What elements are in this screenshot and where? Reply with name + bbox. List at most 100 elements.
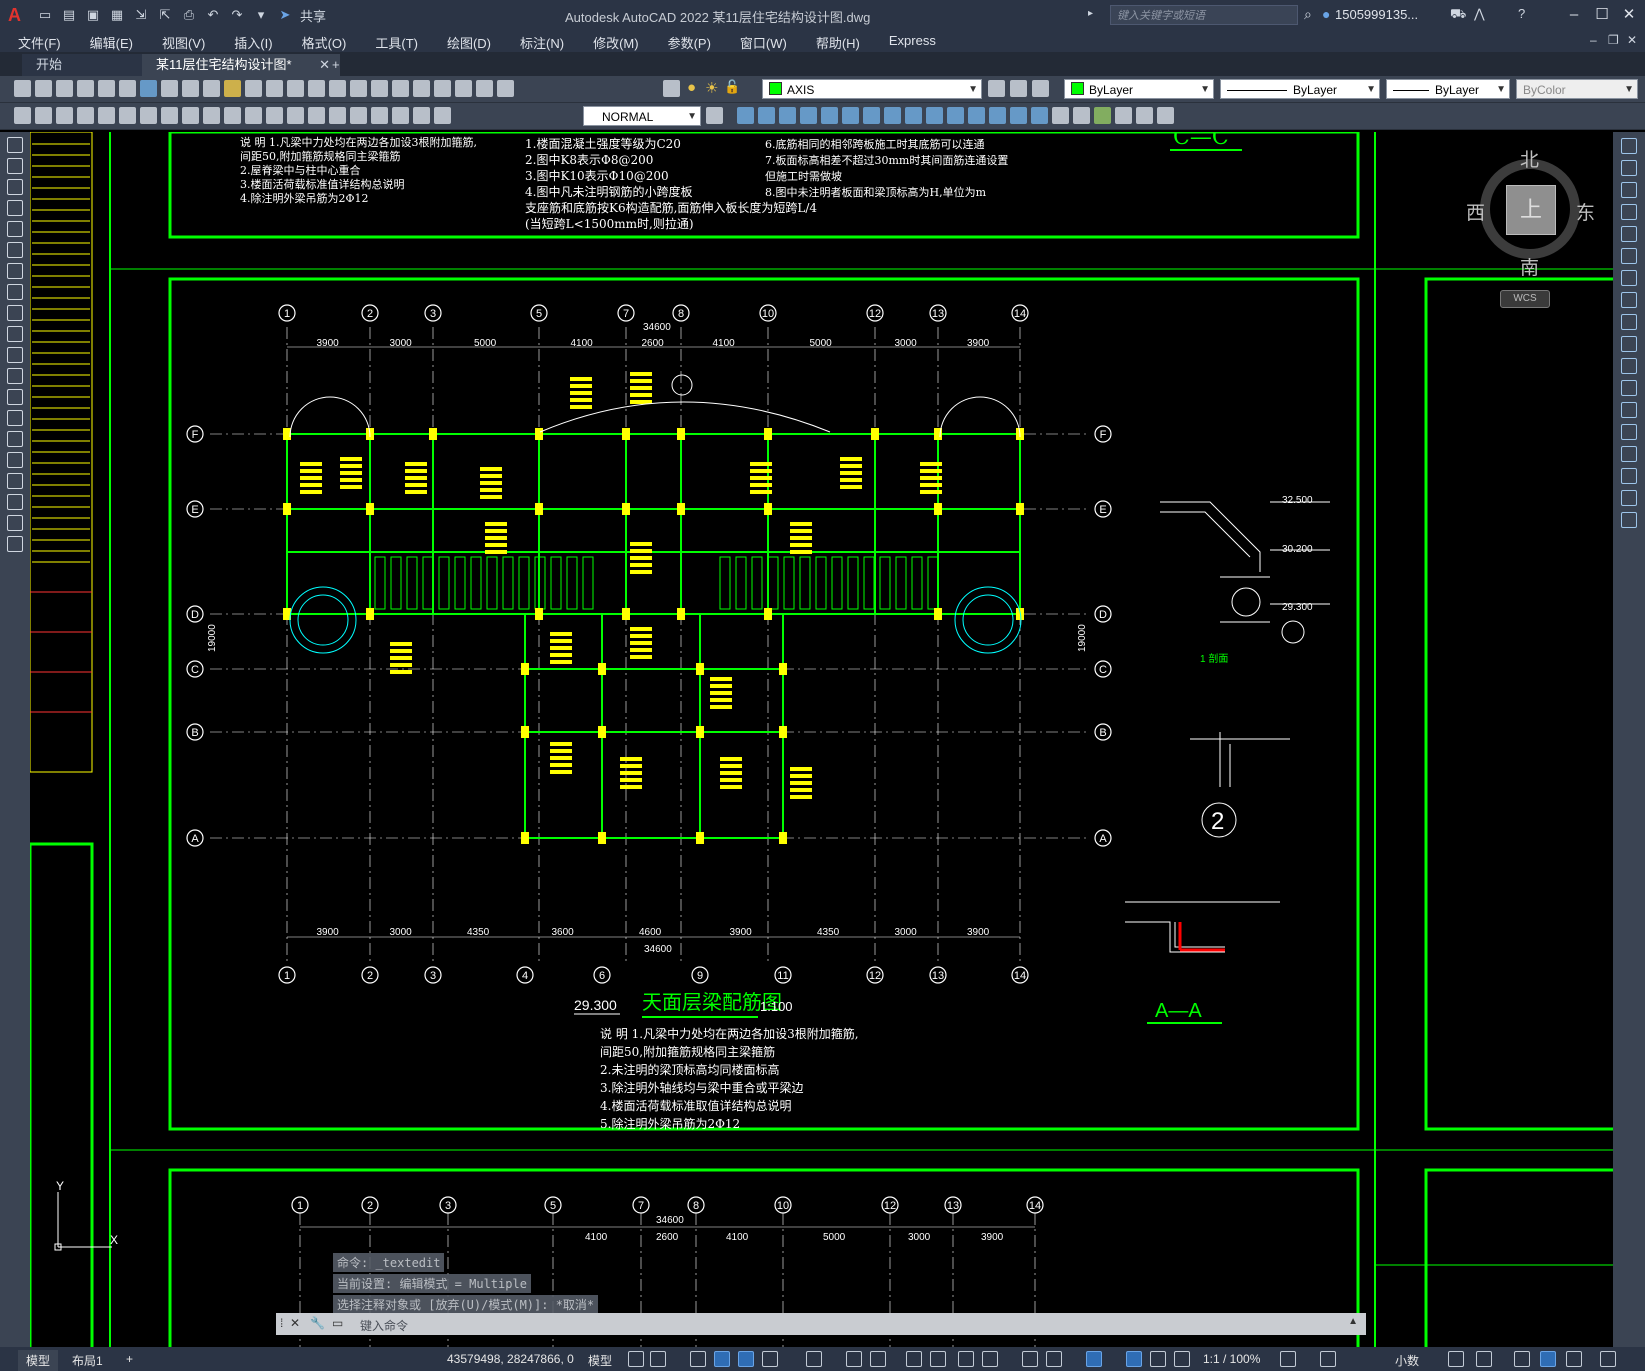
copy-icon[interactable] [182,80,199,97]
layer-on-icon[interactable]: ● [687,79,696,96]
drawing-svg[interactable]: 说 明 1.凡梁中力处均在两边各加设3根附加箍筋, 间距50,附加箍筋规格同主梁… [30,132,1613,1347]
tolerance-icon[interactable] [308,107,325,124]
zoom-previous-icon[interactable] [350,80,367,97]
dynamic-ucs-icon[interactable] [1022,1351,1038,1367]
redo-icon[interactable]: ↷ [228,6,246,24]
help-tool-icon[interactable] [497,80,514,97]
quick-properties-icon[interactable] [1448,1351,1464,1367]
doc-restore-button[interactable]: ❐ [1608,33,1619,47]
quickcalc-icon[interactable] [476,80,493,97]
explode-icon[interactable] [1031,107,1048,124]
layer-lock-icon[interactable]: 🔓 [724,79,740,95]
chamfer-icon[interactable] [989,107,1006,124]
annotation-scale-value[interactable]: 1:1 / 100% [1203,1352,1260,1366]
tab-start[interactable]: 开始 [22,54,158,76]
offset-icon[interactable] [779,107,796,124]
extend-icon[interactable] [926,107,943,124]
dim-text-edit-icon[interactable] [413,107,430,124]
compass-south[interactable]: 南 [1520,253,1539,280]
menu-view[interactable]: 视图(V) [162,30,205,52]
chamfer-right-icon[interactable] [1621,446,1637,462]
isolate-objects-icon[interactable] [1514,1351,1530,1367]
publish-icon[interactable] [119,80,136,97]
center-mark-icon[interactable] [329,107,346,124]
dim-angular-icon[interactable] [203,107,220,124]
linetype-dropdown[interactable]: ByLayer ▼ [1220,79,1380,99]
cart-icon[interactable]: ⛟ [1450,6,1466,24]
doc-minimize-button[interactable]: – [1590,33,1597,47]
dim-edit-icon[interactable] [392,107,409,124]
attribute-icon[interactable] [1157,107,1174,124]
menu-modify[interactable]: 修改(M) [593,30,639,52]
menu-edit[interactable]: 编辑(E) [90,30,133,52]
dim-continue-icon[interactable] [245,107,262,124]
markup-icon[interactable] [455,80,472,97]
measure-icon[interactable] [14,107,31,124]
fillet-right-icon[interactable] [1621,468,1637,484]
open-icon[interactable] [35,80,52,97]
minimize-button[interactable]: – [1560,4,1588,26]
text-style-dropdown[interactable]: NORMAL ▼ [583,106,701,126]
command-input[interactable]: 键入命令 [360,1317,408,1334]
break-right-icon[interactable] [1621,402,1637,418]
trim-icon[interactable] [905,107,922,124]
dim-break-icon[interactable] [287,107,304,124]
gizmo-icon[interactable] [1086,1351,1102,1367]
clean-screen-icon[interactable] [1566,1351,1582,1367]
extend-right-icon[interactable] [1621,358,1637,374]
region-icon[interactable] [7,473,23,489]
export-icon[interactable]: ⇱ [156,6,174,24]
copy-object-icon[interactable] [737,107,754,124]
draworder-front-icon[interactable] [1073,107,1090,124]
trim-right-icon[interactable] [1621,336,1637,352]
maximize-button[interactable]: ☐ [1588,4,1616,26]
dim-radius-icon[interactable] [140,107,157,124]
menu-format[interactable]: 格式(O) [302,30,347,52]
close-button[interactable]: ✕ [1615,4,1643,26]
move-icon[interactable] [821,107,838,124]
line-icon[interactable] [7,137,23,153]
command-grip-icon[interactable]: ⁞ [280,1316,283,1330]
open-file-icon[interactable]: ▤ [60,6,78,24]
rotate-right-icon[interactable] [1621,270,1637,286]
scale-right-icon[interactable] [1621,292,1637,308]
dynamic-input-icon[interactable] [714,1351,730,1367]
dim-jogged-icon[interactable] [161,107,178,124]
lock-ui-icon[interactable] [1476,1351,1492,1367]
menu-insert[interactable]: 插入(I) [234,30,272,52]
dim-space-icon[interactable] [266,107,283,124]
polygon-icon[interactable] [7,200,23,216]
3d-osnap-icon[interactable] [982,1351,998,1367]
layer-previous-icon[interactable] [1010,80,1027,97]
save-tool-icon[interactable] [56,80,73,97]
annotation-scale-icon[interactable] [1174,1351,1190,1367]
coordinates-readout[interactable]: 43579498, 28247866, 0 [447,1352,574,1366]
search-input[interactable]: 键入关键字或短语 [1110,5,1298,25]
help-icon[interactable]: ? [1518,6,1525,21]
erase-icon[interactable] [1621,138,1637,154]
viewcube[interactable]: 上 北 南 东 西 [1466,145,1596,279]
new-tab-button[interactable]: + [318,54,354,76]
wcs-menu[interactable]: WCS [1500,290,1550,308]
dim-aligned-icon[interactable] [77,107,94,124]
command-close-icon[interactable]: ✕ [290,1316,300,1330]
tab-model[interactable]: 模型 [18,1350,59,1371]
autodesk-app-icon[interactable]: ⋀ [1474,6,1485,22]
break-icon[interactable] [947,107,964,124]
circle-icon[interactable] [7,263,23,279]
hatch-icon[interactable] [7,431,23,447]
sheet-set-icon[interactable] [434,80,451,97]
color-dropdown[interactable]: ByLayer ▼ [1064,79,1214,99]
viewcube-top-face[interactable]: 上 [1506,185,1556,235]
arc-icon[interactable] [7,242,23,258]
zoom-window-icon[interactable] [329,80,346,97]
ellipse-arc-icon[interactable] [7,347,23,363]
lineweight-toggle-icon[interactable] [906,1351,922,1367]
blend-icon[interactable] [1621,490,1637,506]
revcloud-icon[interactable] [7,284,23,300]
point-icon[interactable] [7,410,23,426]
make-block-icon[interactable] [7,389,23,405]
move-right-icon[interactable] [1621,248,1637,264]
tab-drawing[interactable]: 某11层住宅结构设计图* ✕ [142,54,340,76]
save-icon[interactable]: ▣ [84,6,102,24]
